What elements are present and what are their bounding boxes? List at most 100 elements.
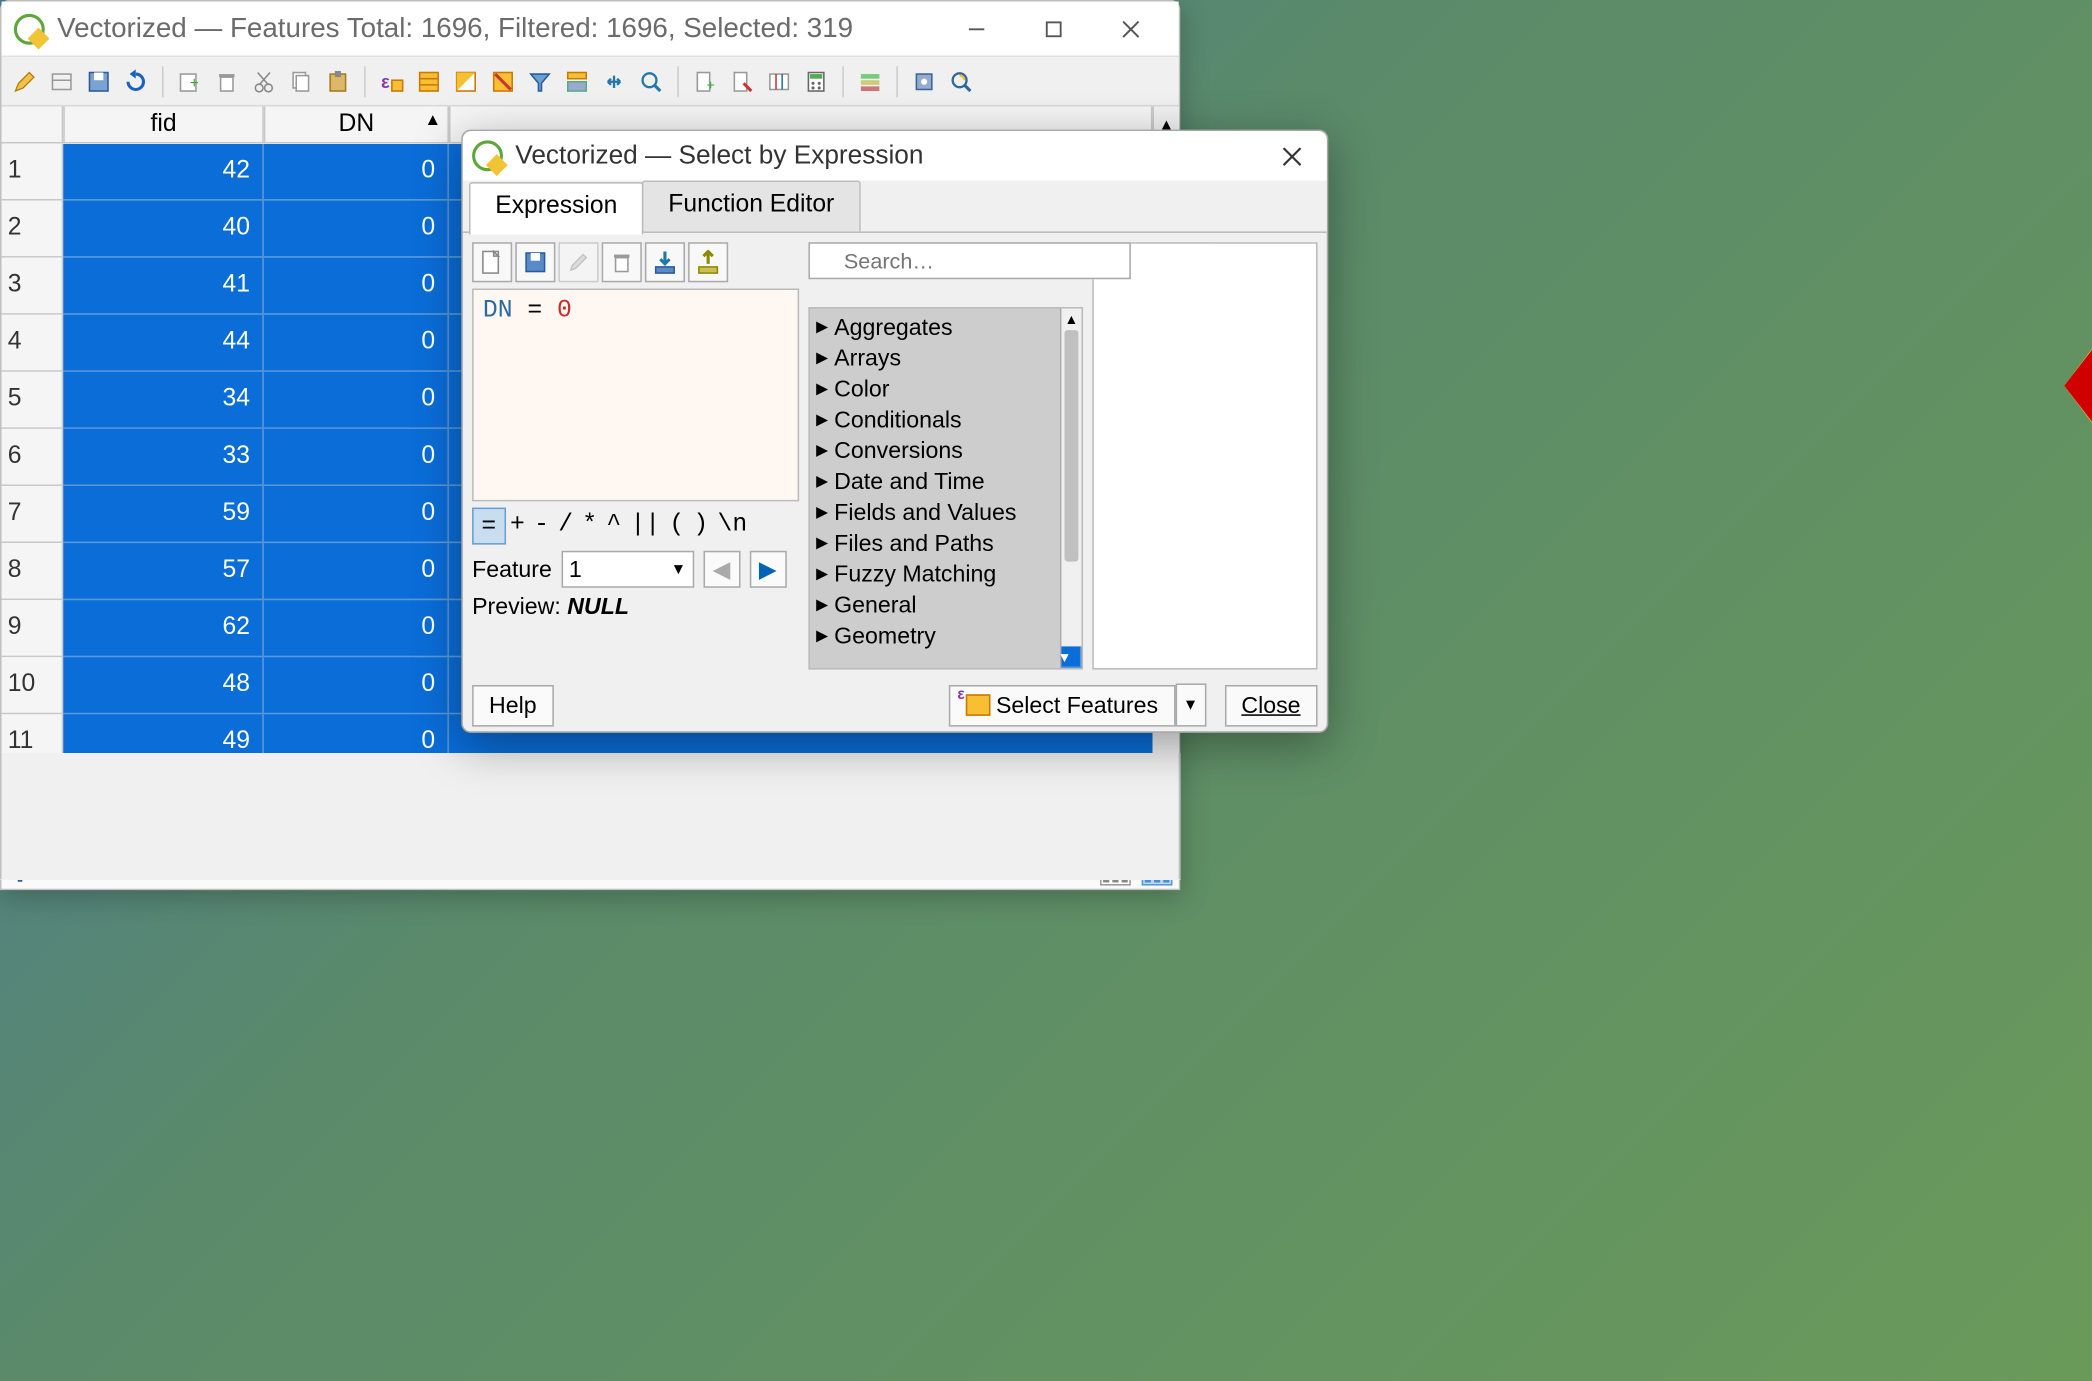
dialog-titlebar[interactable]: Vectorized — Select by Expression	[463, 131, 1327, 180]
cell-dn[interactable]: 0	[264, 543, 449, 600]
operator-button[interactable]: =	[472, 508, 505, 545]
operator-button[interactable]: ||	[626, 508, 665, 545]
expression-editor[interactable]: DN = 0	[472, 288, 799, 501]
titlebar[interactable]: Vectorized — Features Total: 1696, Filte…	[2, 2, 1179, 58]
tree-category[interactable]: ▶Geometry	[810, 620, 1060, 651]
deselect-all-icon[interactable]	[486, 64, 520, 98]
move-selection-to-top-icon[interactable]	[560, 64, 594, 98]
cell-fid[interactable]: 42	[63, 143, 264, 200]
tree-category[interactable]: ▶Files and Paths	[810, 528, 1060, 559]
operator-button[interactable]: ^	[602, 508, 626, 545]
cell-dn[interactable]: 0	[264, 201, 449, 258]
cell-fid[interactable]: 33	[63, 429, 264, 486]
help-button[interactable]: Help	[472, 684, 554, 726]
next-feature-button[interactable]: ▶	[749, 551, 786, 588]
new-column-icon[interactable]: +	[688, 64, 722, 98]
minimize-button[interactable]	[941, 4, 1012, 53]
close-button[interactable]	[1095, 4, 1166, 53]
cell-dn[interactable]: 0	[264, 143, 449, 200]
cell-dn[interactable]: 0	[264, 258, 449, 315]
cell-fid[interactable]: 62	[63, 600, 264, 657]
filter-selection-icon[interactable]	[523, 64, 557, 98]
row-number[interactable]: 10	[2, 657, 64, 714]
operator-button[interactable]: /	[554, 508, 578, 545]
tree-category[interactable]: ▶Conditionals	[810, 404, 1060, 435]
tree-category[interactable]: ▶Date and Time	[810, 466, 1060, 497]
maximize-button[interactable]	[1018, 4, 1089, 53]
save-edits-icon[interactable]	[82, 64, 116, 98]
paste-icon[interactable]	[321, 64, 355, 98]
zoom-to-selected-icon[interactable]	[634, 64, 668, 98]
tree-scrollbar[interactable]: ▲ ▼	[1060, 309, 1082, 668]
dialog-close-button[interactable]	[1265, 134, 1317, 177]
actions-icon[interactable]	[907, 64, 941, 98]
row-number[interactable]: 2	[2, 201, 64, 258]
row-number[interactable]: 8	[2, 543, 64, 600]
operator-button[interactable]: *	[578, 508, 602, 545]
feature-combobox[interactable]: 1 ▼	[561, 551, 694, 588]
conditional-formatting-icon[interactable]	[853, 64, 887, 98]
row-number[interactable]: 1	[2, 143, 64, 200]
function-tree[interactable]: ▶Aggregates▶Arrays▶Color▶Conditionals▶Co…	[808, 307, 1083, 670]
pan-to-selected-icon[interactable]	[597, 64, 631, 98]
delete-column-icon[interactable]	[725, 64, 759, 98]
cut-icon[interactable]	[247, 64, 281, 98]
cell-dn[interactable]: 0	[264, 600, 449, 657]
select-by-expression-icon[interactable]: ε	[375, 64, 409, 98]
select-features-dropdown[interactable]: ▼	[1175, 683, 1206, 726]
scrollbar-thumb[interactable]	[1065, 330, 1079, 561]
tab-function-editor[interactable]: Function Editor	[642, 181, 860, 232]
cell-dn[interactable]: 0	[264, 657, 449, 714]
tree-category[interactable]: ▶General	[810, 589, 1060, 620]
cell-fid[interactable]: 57	[63, 543, 264, 600]
cell-fid[interactable]: 41	[63, 258, 264, 315]
tree-category[interactable]: ▶Fuzzy Matching	[810, 558, 1060, 589]
multi-edit-icon[interactable]	[45, 64, 79, 98]
import-icon[interactable]	[645, 242, 685, 282]
cell-fid[interactable]: 44	[63, 315, 264, 372]
delete-selected-icon[interactable]	[210, 64, 244, 98]
field-calculator-icon[interactable]	[799, 64, 833, 98]
cell-fid[interactable]: 59	[63, 486, 264, 543]
column-header-dn[interactable]: DN ▲	[264, 106, 449, 143]
scroll-down-icon[interactable]: ▼	[1061, 646, 1081, 668]
column-header-fid[interactable]: fid	[63, 106, 264, 143]
select-features-button[interactable]: Select Features	[948, 684, 1175, 726]
cell-dn[interactable]: 0	[264, 486, 449, 543]
new-file-icon[interactable]	[472, 242, 512, 282]
tree-category[interactable]: ▶Aggregates	[810, 312, 1060, 343]
organize-columns-icon[interactable]	[762, 64, 796, 98]
close-button[interactable]: Close	[1224, 684, 1317, 726]
cell-dn[interactable]: 0	[264, 372, 449, 429]
cell-fid[interactable]: 34	[63, 372, 264, 429]
row-header-corner[interactable]	[2, 106, 64, 143]
row-number[interactable]: 7	[2, 486, 64, 543]
prev-feature-button[interactable]: ◀	[703, 551, 740, 588]
row-number[interactable]: 5	[2, 372, 64, 429]
export-icon[interactable]	[688, 242, 728, 282]
select-all-icon[interactable]	[412, 64, 446, 98]
copy-icon[interactable]	[284, 64, 318, 98]
cell-fid[interactable]: 40	[63, 201, 264, 258]
tree-category[interactable]: ▶Arrays	[810, 342, 1060, 373]
dock-icon[interactable]	[944, 64, 978, 98]
tree-category[interactable]: ▶Color	[810, 373, 1060, 404]
edit-icon[interactable]	[558, 242, 598, 282]
tree-category[interactable]: ▶Fields and Values	[810, 497, 1060, 528]
function-search-input[interactable]	[808, 242, 1130, 279]
operator-button[interactable]: \n	[713, 508, 752, 545]
operator-button[interactable]: -	[530, 508, 554, 545]
row-number[interactable]: 6	[2, 429, 64, 486]
operator-button[interactable]: )	[689, 508, 713, 545]
save-icon[interactable]	[515, 242, 555, 282]
row-number[interactable]: 9	[2, 600, 64, 657]
add-feature-icon[interactable]: +	[173, 64, 207, 98]
cell-dn[interactable]: 0	[264, 429, 449, 486]
row-number[interactable]: 4	[2, 315, 64, 372]
cell-fid[interactable]: 48	[63, 657, 264, 714]
tab-expression[interactable]: Expression	[469, 182, 644, 234]
operator-button[interactable]: (	[665, 508, 689, 545]
row-number[interactable]: 3	[2, 258, 64, 315]
operator-button[interactable]: +	[505, 508, 529, 545]
cell-dn[interactable]: 0	[264, 315, 449, 372]
